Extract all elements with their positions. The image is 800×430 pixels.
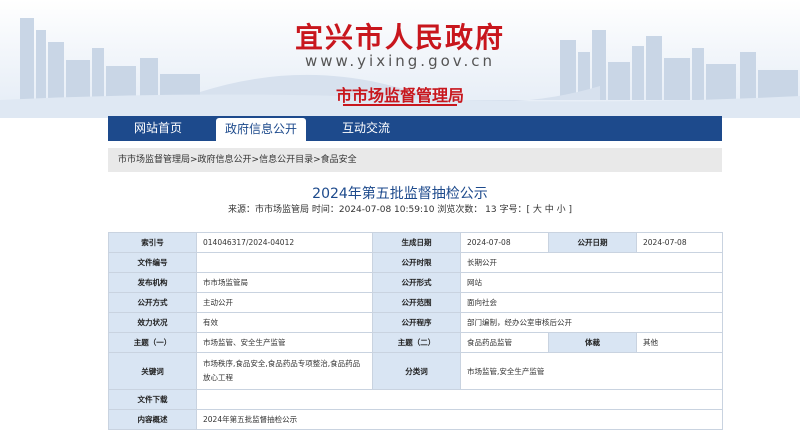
main-nav: 网站首页 政府信息公开 互动交流: [108, 116, 722, 141]
department-name: 市市场监督管理局: [335, 86, 464, 105]
index-no-label: 索引号: [108, 232, 197, 253]
header-banner: 宜兴市人民政府 www.yixing.gov.cn 市市场监督管理局: [0, 0, 800, 118]
procedure-value: 部门编制，经办公室审核后公开: [460, 312, 723, 333]
doc-no-value: [196, 252, 373, 273]
keywords-value: 市场秩序,食品安全,食品药品专项整治,食品药品放心工程: [196, 352, 373, 390]
info-table: 索引号 014046317/2024-04012 生成日期 2024-07-08…: [108, 232, 723, 430]
genre-label: 体裁: [548, 332, 637, 353]
category-value: 市场监管,安全生产监管: [460, 352, 723, 390]
table-row: 公开方式 主动公开 公开范围 面向社会: [108, 292, 723, 313]
table-row: 发布机构 市市场监管局 公开形式 网站: [108, 272, 723, 293]
validity-value: 有效: [196, 312, 373, 333]
page-title: 2024年第五批监督抽检公示: [312, 186, 488, 202]
department-underline: [343, 104, 457, 106]
pub-period-label: 公开时限: [372, 252, 461, 273]
table-row: 主题（一） 市场监管、安全生产监管 主题（二） 食品药品监管 体裁 其他: [108, 332, 723, 353]
table-row: 内容概述 2024年第五批监督抽检公示: [108, 409, 723, 430]
breadcrumb-text[interactable]: 市市场监督管理局>政府信息公开>信息公开目录>食品安全: [108, 155, 357, 165]
topic1-value: 市场监管、安全生产监管: [196, 332, 373, 353]
topic2-value: 食品药品监管: [460, 332, 549, 353]
summary-label: 内容概述: [108, 409, 197, 430]
pub-mode-label: 公开方式: [108, 292, 197, 313]
category-label: 分类词: [372, 352, 461, 390]
pub-date-value: 2024-07-08: [636, 232, 723, 253]
gen-date-value: 2024-07-08: [460, 232, 549, 253]
pub-scope-value: 面向社会: [460, 292, 723, 313]
table-row: 关键词 市场秩序,食品安全,食品药品专项整治,食品药品放心工程 分类词 市场监管…: [108, 352, 723, 390]
site-url: www.yixing.gov.cn: [304, 52, 495, 70]
pub-period-value: 长期公开: [460, 252, 723, 273]
index-no-value: 014046317/2024-04012: [196, 232, 373, 253]
nav-item-gov-info[interactable]: 政府信息公开: [216, 118, 306, 141]
keywords-label: 关键词: [108, 352, 197, 390]
breadcrumb: 市市场监督管理局>政府信息公开>信息公开目录>食品安全: [108, 148, 722, 172]
table-row: 索引号 014046317/2024-04012 生成日期 2024-07-08…: [108, 232, 723, 253]
topic1-label: 主题（一）: [108, 332, 197, 353]
topic2-label: 主题（二）: [372, 332, 461, 353]
article-meta: 来源：市市场监管局 时间：2024-07-08 10:59:10 浏览次数： 1…: [228, 205, 572, 215]
site-title: 宜兴市人民政府: [294, 21, 505, 54]
download-label: 文件下载: [108, 389, 197, 410]
gen-date-label: 生成日期: [372, 232, 461, 253]
download-value[interactable]: [196, 389, 723, 410]
table-row: 效力状况 有效 公开程序 部门编制，经办公室审核后公开: [108, 312, 723, 333]
pub-scope-label: 公开范围: [372, 292, 461, 313]
table-row: 文件编号 公开时限 长期公开: [108, 252, 723, 273]
doc-no-label: 文件编号: [108, 252, 197, 273]
pub-form-value: 网站: [460, 272, 723, 293]
pub-mode-value: 主动公开: [196, 292, 373, 313]
summary-value: 2024年第五批监督抽检公示: [196, 409, 723, 430]
validity-label: 效力状况: [108, 312, 197, 333]
nav-item-home[interactable]: 网站首页: [118, 116, 198, 141]
procedure-label: 公开程序: [372, 312, 461, 333]
nav-item-interaction[interactable]: 互动交流: [328, 116, 404, 141]
pub-date-label: 公开日期: [548, 232, 637, 253]
genre-value: 其他: [636, 332, 723, 353]
issuer-label: 发布机构: [108, 272, 197, 293]
issuer-value: 市市场监管局: [196, 272, 373, 293]
pub-form-label: 公开形式: [372, 272, 461, 293]
table-row: 文件下载: [108, 389, 723, 410]
